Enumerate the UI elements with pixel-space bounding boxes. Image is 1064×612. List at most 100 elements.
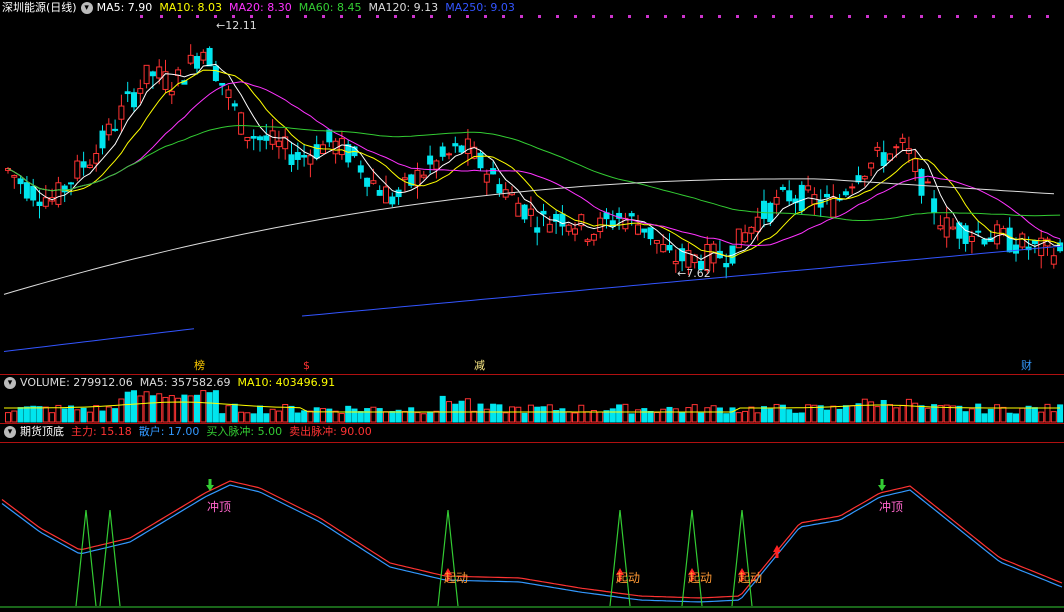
event-tag-dollar[interactable]: $ <box>303 360 310 372</box>
candle-body <box>666 244 673 251</box>
candle-body <box>288 154 295 165</box>
candle-body <box>301 155 308 158</box>
volume-bar <box>773 403 780 423</box>
signal-dot <box>1046 15 1049 18</box>
candle-body <box>427 155 434 165</box>
volume-bar <box>672 408 679 423</box>
candle-body <box>36 201 43 207</box>
candle-body <box>231 103 238 107</box>
candle-body <box>383 186 389 204</box>
volume-bar <box>250 413 257 423</box>
candle-body <box>307 155 314 165</box>
volume-bar <box>156 393 163 423</box>
event-tag-finance[interactable]: 财 <box>1021 360 1032 372</box>
signal-dot <box>884 15 887 18</box>
candle-body <box>672 260 679 265</box>
candle-body <box>546 223 553 233</box>
signal-dot <box>754 15 757 18</box>
candle-body <box>452 143 459 147</box>
candle-body <box>723 263 730 268</box>
candle-body <box>118 105 125 120</box>
buy-pulse <box>681 509 703 607</box>
candle-body <box>99 130 106 149</box>
candle-body <box>754 216 761 232</box>
candle-body <box>74 160 81 179</box>
candle-body <box>401 177 408 180</box>
volume-legend-item-1: MA5: 357582.69 <box>139 376 231 389</box>
candle-body <box>590 233 597 241</box>
signal-dot <box>538 15 541 18</box>
volume-bar <box>830 405 837 423</box>
candle-body <box>244 136 251 142</box>
candle-body <box>994 224 1001 245</box>
indicator-title: 期货顶底 <box>20 425 64 438</box>
candle-body <box>458 145 465 153</box>
volume-bar <box>357 411 364 423</box>
signal-dot <box>664 15 667 18</box>
buy-pulse <box>75 509 97 607</box>
top-signal-label: 冲顶 <box>879 499 903 514</box>
candle-body <box>338 138 345 156</box>
volume-bar <box>968 408 975 423</box>
volume-bar <box>521 412 528 423</box>
volume-bar <box>502 412 509 423</box>
volume-bar <box>414 412 421 423</box>
down-arrow-icon <box>878 479 886 491</box>
candle-body <box>931 198 938 213</box>
candle-body <box>219 82 226 86</box>
signal-dot <box>718 15 721 18</box>
volume-bar <box>490 403 497 423</box>
volume-bar <box>187 395 194 423</box>
candle-body <box>647 227 654 240</box>
candle-body <box>483 173 490 183</box>
volume-bar <box>1025 405 1032 423</box>
volume-bar <box>86 411 93 423</box>
candle-body <box>521 204 528 220</box>
ma250-line <box>3 328 195 352</box>
start-signal-label: 起动 <box>616 571 640 585</box>
volume-bar <box>338 413 345 423</box>
candle-body <box>464 138 471 154</box>
signal-dot <box>974 15 977 18</box>
volume-bar <box>99 410 106 423</box>
candle-body <box>414 169 421 187</box>
candle-body <box>1013 244 1019 254</box>
candle-body <box>187 54 194 64</box>
settings-toggle-icon[interactable]: ▾ <box>80 2 93 14</box>
event-tag-rank[interactable]: 榜 <box>194 360 205 372</box>
volume-bar <box>131 390 137 423</box>
candle-body <box>761 200 767 219</box>
start-signal-label: 起动 <box>444 571 468 585</box>
high-price-label: ←12.11 <box>216 19 257 32</box>
main-force-line <box>1 480 1063 599</box>
candle-body <box>212 65 219 82</box>
volume-bar <box>956 405 963 423</box>
signal-dot <box>956 15 959 18</box>
candle-body <box>238 112 245 135</box>
candle-body <box>950 226 956 230</box>
candle-body <box>880 152 887 167</box>
indicator-toggle-icon[interactable]: ▾ <box>4 426 16 438</box>
volume-bar <box>206 392 213 423</box>
volume-bar <box>68 405 74 423</box>
candle-body <box>893 146 900 149</box>
volume-bar <box>389 411 396 423</box>
volume-bar <box>219 413 226 423</box>
volume-toggle-icon[interactable]: ▾ <box>4 377 16 389</box>
candle-body <box>635 224 641 235</box>
volume-bar <box>496 404 503 423</box>
volume-bar <box>1057 404 1064 423</box>
candle-body <box>786 190 793 202</box>
volume-bar <box>666 406 673 423</box>
candle-body <box>263 135 270 141</box>
volume-bar <box>893 407 900 423</box>
volume-bar <box>1031 407 1038 423</box>
volume-bar <box>874 406 881 423</box>
signal-dot <box>830 15 833 18</box>
volume-bar <box>231 403 238 423</box>
signal-dot <box>902 15 905 18</box>
event-tag-reduce[interactable]: 减 <box>474 360 485 372</box>
kline-chart-canvas[interactable]: ←12.11 ←7.62 冲顶 冲顶起动 起动 起动 起动 <box>0 0 1064 612</box>
candle-body <box>849 186 856 189</box>
candle-body <box>80 161 87 168</box>
